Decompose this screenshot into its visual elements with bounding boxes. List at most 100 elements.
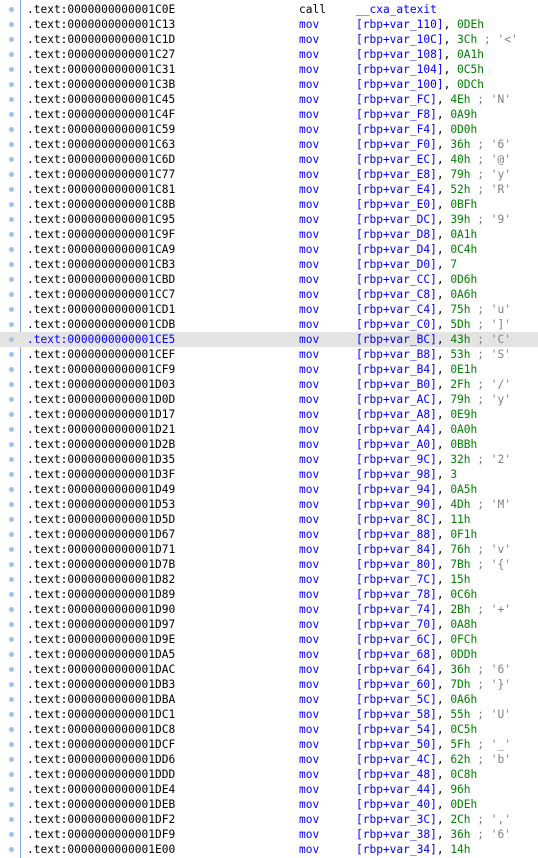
immediate-value[interactable]: 0C8h <box>450 768 477 781</box>
address-label[interactable]: .text:0000000000001D2B <box>27 437 175 452</box>
memory-operand[interactable]: [rbp+var_94] <box>356 483 437 496</box>
memory-operand[interactable]: [rbp+var_AC] <box>356 393 437 406</box>
breakpoint-dot-icon[interactable] <box>9 67 14 72</box>
listing-row[interactable]: .text:0000000000001DEB mov [rbp+var_40], 0… <box>0 797 538 812</box>
address-label[interactable]: .text:0000000000001DBA <box>27 692 175 707</box>
mnemonic[interactable]: mov <box>299 827 319 842</box>
operands[interactable]: [rbp+var_D4], 0C4h <box>356 242 477 257</box>
memory-operand[interactable]: [rbp+var_48] <box>356 768 437 781</box>
address-label[interactable]: .text:0000000000001D89 <box>27 587 175 602</box>
address-label[interactable]: .text:0000000000001D5D <box>27 512 175 527</box>
address-label[interactable]: .text:0000000000001DDD <box>27 767 175 782</box>
breakpoint-dot-icon[interactable] <box>9 127 14 132</box>
listing-row[interactable]: .text:0000000000001D89 mov [rbp+var_78], 0… <box>0 587 538 602</box>
immediate-value[interactable]: 0A6h <box>450 693 477 706</box>
mnemonic[interactable]: mov <box>299 302 319 317</box>
breakpoint-dot-icon[interactable] <box>9 142 14 147</box>
breakpoint-dot-icon[interactable] <box>9 292 14 297</box>
listing-row[interactable]: .text:0000000000001DCF mov [rbp+var_50], 5… <box>0 737 538 752</box>
memory-operand[interactable]: [rbp+var_C4] <box>356 303 437 316</box>
memory-operand[interactable]: [rbp+var_50] <box>356 738 437 751</box>
mnemonic[interactable]: mov <box>299 122 319 137</box>
operands[interactable]: [rbp+var_C4], 75h ; 'u' <box>356 302 511 317</box>
mnemonic[interactable]: mov <box>299 332 319 347</box>
address-label[interactable]: .text:0000000000001CE5 <box>27 332 175 347</box>
immediate-value[interactable]: 0C5h <box>450 723 477 736</box>
immediate-value[interactable]: 14h <box>450 843 470 856</box>
listing-row[interactable]: .text:0000000000001DF9 mov [rbp+var_38], 3… <box>0 827 538 842</box>
memory-operand[interactable]: [rbp+var_58] <box>356 708 437 721</box>
listing-row[interactable]: .text:0000000000001C13 mov [rbp+var_110], … <box>0 17 538 32</box>
address-label[interactable]: .text:0000000000001DCF <box>27 737 175 752</box>
address-label[interactable]: .text:0000000000001C13 <box>27 17 175 32</box>
memory-operand[interactable]: [rbp+var_A4] <box>356 423 437 436</box>
immediate-value[interactable]: 2Fh <box>450 378 470 391</box>
mnemonic[interactable]: mov <box>299 452 319 467</box>
address-label[interactable]: .text:0000000000001C81 <box>27 182 175 197</box>
memory-operand[interactable]: [rbp+var_38] <box>356 828 437 841</box>
immediate-value[interactable]: 4Dh <box>450 498 470 511</box>
operands[interactable]: [rbp+var_88], 0F1h <box>356 527 477 542</box>
mnemonic[interactable]: mov <box>299 527 319 542</box>
address-label[interactable]: .text:0000000000001DAC <box>27 662 175 677</box>
immediate-value[interactable]: 0A6h <box>450 288 477 301</box>
memory-operand[interactable]: [rbp+var_6C] <box>356 633 437 646</box>
listing-row[interactable]: .text:0000000000001D03 mov [rbp+var_B0], 2… <box>0 377 538 392</box>
operands[interactable]: [rbp+var_98], 3 <box>356 467 457 482</box>
immediate-value[interactable]: 0A1h <box>450 228 477 241</box>
memory-operand[interactable]: [rbp+var_DC] <box>356 213 437 226</box>
memory-operand[interactable]: [rbp+var_80] <box>356 558 437 571</box>
immediate-value[interactable]: 32h <box>450 453 470 466</box>
mnemonic[interactable]: mov <box>299 47 319 62</box>
mnemonic[interactable]: mov <box>299 182 319 197</box>
memory-operand[interactable]: [rbp+var_C8] <box>356 288 437 301</box>
mnemonic[interactable]: mov <box>299 362 319 377</box>
immediate-value[interactable]: 0A8h <box>450 618 477 631</box>
memory-operand[interactable]: [rbp+var_F0] <box>356 138 437 151</box>
operands[interactable]: [rbp+var_F4], 0D0h <box>356 122 477 137</box>
mnemonic[interactable]: mov <box>299 602 319 617</box>
listing-row[interactable]: .text:0000000000001CEF mov [rbp+var_B8], 5… <box>0 347 538 362</box>
listing-row[interactable]: .text:0000000000001C45 mov [rbp+var_FC], 4… <box>0 92 538 107</box>
operands[interactable]: [rbp+var_40], 0DEh <box>356 797 477 812</box>
breakpoint-dot-icon[interactable] <box>9 112 14 117</box>
listing-row[interactable]: .text:0000000000001DDD mov [rbp+var_48], 0… <box>0 767 538 782</box>
listing-row[interactable]: .text:0000000000001DE4 mov [rbp+var_44], 9… <box>0 782 538 797</box>
breakpoint-dot-icon[interactable] <box>9 232 14 237</box>
memory-operand[interactable]: [rbp+var_FC] <box>356 93 437 106</box>
mnemonic[interactable]: mov <box>299 92 319 107</box>
address-label[interactable]: .text:0000000000001C27 <box>27 47 175 62</box>
breakpoint-dot-icon[interactable] <box>9 472 14 477</box>
breakpoint-dot-icon[interactable] <box>9 37 14 42</box>
operands[interactable]: [rbp+var_F8], 0A9h <box>356 107 477 122</box>
breakpoint-dot-icon[interactable] <box>9 442 14 447</box>
memory-operand[interactable]: [rbp+var_E0] <box>356 198 437 211</box>
mnemonic[interactable]: mov <box>299 812 319 827</box>
call-target[interactable]: __cxa_atexit <box>356 3 437 16</box>
breakpoint-dot-icon[interactable] <box>9 517 14 522</box>
address-label[interactable]: .text:0000000000001C6D <box>27 152 175 167</box>
breakpoint-dot-icon[interactable] <box>9 382 14 387</box>
address-label[interactable]: .text:0000000000001DEB <box>27 797 175 812</box>
disassembly-listing[interactable]: .text:0000000000001C0E call __cxa_atexit .t… <box>0 2 538 857</box>
memory-operand[interactable]: [rbp+var_110] <box>356 18 444 31</box>
listing-row[interactable]: .text:0000000000001D0D mov [rbp+var_AC], 7… <box>0 392 538 407</box>
operands[interactable]: [rbp+var_EC], 40h ; '@' <box>356 152 511 167</box>
immediate-value[interactable]: 0A1h <box>457 48 484 61</box>
breakpoint-dot-icon[interactable] <box>9 547 14 552</box>
immediate-value[interactable]: 43h <box>450 333 470 346</box>
mnemonic[interactable]: mov <box>299 287 319 302</box>
listing-row[interactable]: .text:0000000000001D53 mov [rbp+var_90], 4… <box>0 497 538 512</box>
listing-row[interactable]: .text:0000000000001CE5 mov [rbp+var_BC], 4… <box>0 332 538 347</box>
breakpoint-dot-icon[interactable] <box>9 22 14 27</box>
immediate-value[interactable]: 0A9h <box>450 108 477 121</box>
immediate-value[interactable]: 0FCh <box>450 633 477 646</box>
address-label[interactable]: .text:0000000000001CB3 <box>27 257 175 272</box>
breakpoint-dot-icon[interactable] <box>9 847 14 852</box>
memory-operand[interactable]: [rbp+var_54] <box>356 723 437 736</box>
listing-row[interactable]: .text:0000000000001C95 mov [rbp+var_DC], 3… <box>0 212 538 227</box>
mnemonic[interactable]: mov <box>299 212 319 227</box>
mnemonic[interactable]: mov <box>299 77 319 92</box>
operands[interactable]: [rbp+var_64], 36h ; '6' <box>356 662 511 677</box>
immediate-value[interactable]: 52h <box>450 183 470 196</box>
